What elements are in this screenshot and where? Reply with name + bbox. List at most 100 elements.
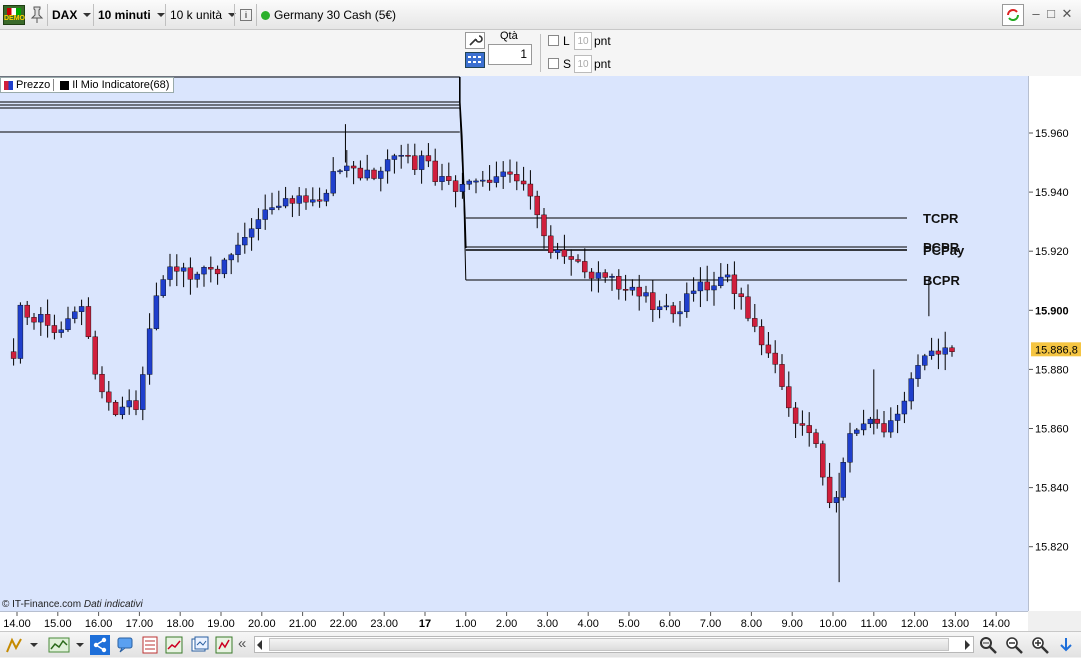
candle-body <box>684 293 690 312</box>
info-icon[interactable]: i <box>240 9 252 21</box>
maximize-icon[interactable]: □ <box>1044 7 1058 21</box>
candle-body <box>31 317 37 323</box>
scroll-start-icon[interactable]: « <box>238 635 252 655</box>
timeframe-dropdown[interactable]: 10 minuti <box>98 4 165 26</box>
candle-body <box>860 423 867 431</box>
stop-points-input[interactable]: 10 <box>574 55 592 73</box>
candle-body <box>527 183 534 197</box>
chart-type-icon[interactable] <box>48 635 70 655</box>
x-tick-label: 14.00 <box>982 618 1010 630</box>
share-icon[interactable] <box>90 635 110 655</box>
candle-body <box>180 267 187 272</box>
indicators-icon[interactable] <box>164 635 184 655</box>
limit-points-input[interactable]: 10 <box>574 32 592 50</box>
pin-icon[interactable] <box>30 4 46 26</box>
candle-body <box>153 295 160 329</box>
x-tick-label: 10.00 <box>819 618 847 630</box>
pcpay-label: PCPay <box>923 243 965 258</box>
candle-body <box>704 281 710 291</box>
candle-body <box>391 155 398 160</box>
x-tick-label: 23.00 <box>370 618 398 630</box>
scroll-right-icon[interactable] <box>965 640 970 650</box>
x-tick-label: 21.00 <box>289 618 317 630</box>
candle-body <box>405 154 411 157</box>
wrench-icon[interactable] <box>465 32 485 49</box>
candle-body <box>711 285 717 291</box>
candle-body <box>58 329 64 333</box>
candle-body <box>459 184 466 192</box>
instrument-dropdown[interactable]: DAX <box>52 4 92 26</box>
zoom-fit-icon[interactable] <box>978 635 998 655</box>
price-chart[interactable]: TCPR PCPR PCPay BCPR <box>0 76 1028 611</box>
candle-body <box>772 352 778 365</box>
x-tick-label: 9.00 <box>781 618 802 630</box>
candle-body <box>466 180 472 185</box>
qty-input[interactable]: 1 <box>488 44 532 65</box>
x-tick-label: 7.00 <box>700 618 721 630</box>
candle-body <box>616 276 622 290</box>
y-tick-label: 15.960 <box>1035 128 1069 140</box>
candle-body <box>888 420 894 433</box>
y-tick-label: 15.900 <box>1035 305 1069 317</box>
candle-body <box>942 347 948 355</box>
candle-body <box>323 192 330 202</box>
candle-body <box>575 259 581 262</box>
minimize-icon[interactable]: – <box>1029 7 1043 21</box>
time-axis[interactable]: 14.00 15.00 16.00 17.00 18.00 19.00 20.00 21.00… <box>0 611 1028 631</box>
stop-checkbox[interactable] <box>548 58 559 69</box>
close-icon[interactable]: ✕ <box>1060 7 1074 21</box>
refresh-icon[interactable] <box>1002 4 1024 26</box>
candle-body <box>548 235 554 253</box>
y-tick-label: 15.920 <box>1035 246 1069 258</box>
chevron-down-icon[interactable] <box>28 635 42 655</box>
scrollbar-thumb[interactable] <box>269 638 949 651</box>
zoom-in-icon[interactable] <box>1030 635 1050 655</box>
scroll-left-icon[interactable] <box>257 640 262 650</box>
limit-checkbox[interactable] <box>548 35 559 46</box>
x-tick-label: 5.00 <box>618 618 639 630</box>
candle-body <box>106 391 112 403</box>
legend-price[interactable]: Prezzo <box>16 79 50 91</box>
candle-body <box>350 165 357 169</box>
table-icon[interactable] <box>140 635 160 655</box>
candlestick-plot[interactable]: TCPRPCPRPCPayBCPR <box>0 76 1028 611</box>
candle-body <box>480 179 486 182</box>
candle-body <box>378 170 384 179</box>
candle-body <box>65 318 71 330</box>
x-tick-label: 8.00 <box>741 618 762 630</box>
chart-scrollbar[interactable] <box>254 636 974 653</box>
units-dropdown[interactable]: 10 k unità <box>170 4 237 26</box>
drawing-tools-icon[interactable] <box>4 635 24 655</box>
candle-body <box>935 350 942 355</box>
candle-body <box>208 267 214 270</box>
alerts-icon[interactable] <box>214 635 234 655</box>
chat-icon[interactable] <box>116 635 136 655</box>
candle-body <box>486 179 493 183</box>
candle-body <box>520 180 527 185</box>
candle-body <box>636 286 642 297</box>
candle-body <box>418 155 425 170</box>
stop-unit: pnt <box>594 57 611 71</box>
candle-body <box>670 305 676 315</box>
candle-body <box>214 268 221 275</box>
scroll-to-end-icon[interactable] <box>1056 635 1076 655</box>
market-status-dot <box>261 10 270 20</box>
candle-body <box>289 198 296 204</box>
candle-body <box>446 176 452 181</box>
candle-body <box>452 180 459 192</box>
legend-indicator[interactable]: Il Mio Indicatore(68) <box>72 79 169 91</box>
candle-body <box>85 306 92 338</box>
candle-body <box>650 292 656 310</box>
candle-body <box>242 237 248 246</box>
price-axis[interactable]: 15.960 15.940 15.920 15.900 15.880 15.860 15.8… <box>1028 76 1081 611</box>
candle-body <box>310 199 316 203</box>
keypad-icon[interactable] <box>465 52 485 68</box>
candle-body <box>384 159 391 172</box>
chevron-down-icon[interactable] <box>74 635 88 655</box>
x-tick-label: 22.00 <box>330 618 358 630</box>
candle-body <box>17 304 24 359</box>
zoom-out-icon[interactable] <box>1004 635 1024 655</box>
candle-body <box>514 174 520 182</box>
candle-body <box>10 351 17 359</box>
compare-icon[interactable] <box>190 635 210 655</box>
